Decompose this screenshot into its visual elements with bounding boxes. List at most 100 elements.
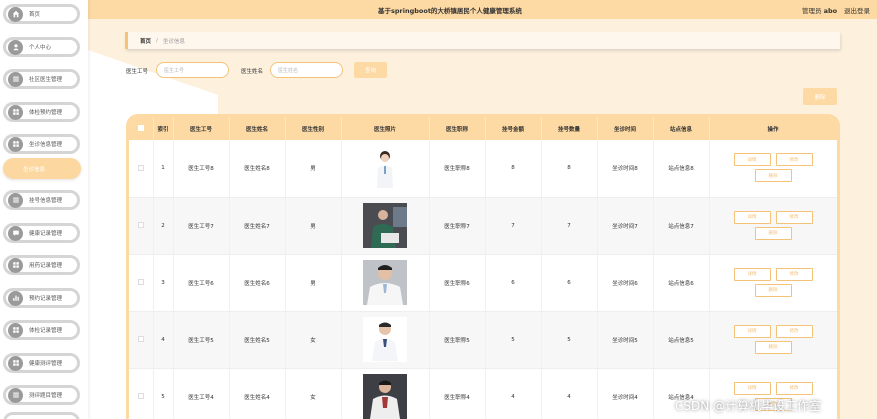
cell-fee: 5 <box>485 311 542 369</box>
cell-fee: 7 <box>485 197 542 255</box>
cell-title: 医生职称8 <box>429 140 486 198</box>
sidebar-item-personal-center[interactable]: 个人中心 <box>3 37 80 57</box>
logout-link[interactable]: 退出登录 <box>844 5 870 15</box>
cell-actions: 详情 修改 删除 <box>709 140 837 198</box>
sidebar-item-clinic-info-admin[interactable]: 坐诊信息管理 <box>3 134 80 154</box>
cell-gender: 男 <box>285 197 342 255</box>
sidebar-item-label: 社区医生管理 <box>29 77 63 83</box>
cell-gender: 男 <box>285 140 342 198</box>
home-icon <box>8 6 23 22</box>
doctor-photo <box>363 260 407 305</box>
row-checkbox[interactable] <box>129 197 154 255</box>
app-window: 首页 个人中心 社区医生管理 体检预约管理 坐诊信息管理 坐诊信息 挂号信息管理… <box>0 0 877 419</box>
sidebar-item-community-doctors[interactable]: 社区医生管理 <box>3 69 80 89</box>
cell-index: 1 <box>153 140 174 198</box>
cell-doctor-id: 医生工号7 <box>173 197 230 255</box>
doctor-id-label: 医生工号 <box>126 69 149 75</box>
cell-count: 8 <box>541 140 598 198</box>
cell-count: 4 <box>541 368 598 419</box>
sidebar-item-label: 用药记录管理 <box>29 263 63 269</box>
grid-icon <box>8 322 23 338</box>
cell-photo <box>341 311 430 369</box>
breadcrumb-home[interactable]: 首页 <box>140 37 151 45</box>
breadcrumb: 首页 / 坐诊信息 <box>125 32 840 49</box>
doctor-name-input[interactable]: 医生姓名 <box>270 62 343 78</box>
sidebar-item-more[interactable] <box>3 412 80 419</box>
sidebar-item-medication-records[interactable]: 用药记录管理 <box>3 255 80 275</box>
cell-count: 5 <box>541 311 598 369</box>
search-button[interactable]: 查询 <box>354 62 387 78</box>
sidebar-item-label: 个人中心 <box>29 45 52 51</box>
sidebar-item-booking-records[interactable]: 预约记录管理 <box>3 288 80 308</box>
detail-button[interactable]: 详情 <box>733 267 771 281</box>
table-row: 4 医生工号5 医生姓名5 女 医生职称5 5 5 坐诊时间5 站点信息5 详情… <box>129 311 837 369</box>
sidebar-item-checkup-records[interactable]: 体检记录管理 <box>3 320 80 340</box>
column-header: 索引 <box>153 117 174 140</box>
cell-actions: 详情 修改 删除 <box>709 311 837 369</box>
list-icon <box>8 71 23 87</box>
column-header: 医生工号 <box>173 117 230 140</box>
cell-site: 站点信息7 <box>653 197 710 255</box>
sidebar-item-label: 健康记录管理 <box>29 231 63 237</box>
detail-button[interactable]: 详情 <box>733 324 771 338</box>
detail-button[interactable]: 详情 <box>733 381 771 395</box>
delete-button[interactable]: 删除 <box>754 340 792 354</box>
row-checkbox[interactable] <box>129 254 154 312</box>
sidebar-item-clinic-info[interactable]: 坐诊信息 <box>3 158 81 179</box>
row-checkbox[interactable] <box>129 140 154 198</box>
column-header: 挂号数量 <box>541 117 598 140</box>
cell-site: 站点信息5 <box>653 311 710 369</box>
cell-title: 医生职称5 <box>429 311 486 369</box>
sidebar-item-health-records[interactable]: 健康记录管理 <box>3 223 80 243</box>
cell-site: 站点信息8 <box>653 140 710 198</box>
sidebar-item-label: 首页 <box>29 12 41 18</box>
edit-button[interactable]: 修改 <box>775 153 813 166</box>
delete-button[interactable]: 删除 <box>754 283 792 297</box>
row-checkbox[interactable] <box>129 311 154 369</box>
doctor-photo <box>363 203 407 248</box>
sidebar-item-label: 健康测评管理 <box>29 361 63 367</box>
cell-doctor-name: 医生姓名4 <box>229 368 286 419</box>
doctor-id-input[interactable]: 医生工号 <box>156 62 229 78</box>
bulk-delete-button[interactable]: 删除 <box>803 88 837 105</box>
sidebar-item-assessment-questions[interactable]: 测评题目管理 <box>3 385 80 405</box>
cell-photo <box>341 368 430 419</box>
edit-button[interactable]: 修改 <box>775 324 813 338</box>
csdn-watermark: CSDN @计算机毕设工作室 <box>675 399 822 413</box>
breadcrumb-current: 坐诊信息 <box>162 38 185 45</box>
sidebar-item-health-assessment[interactable]: 健康测评管理 <box>3 353 80 373</box>
edit-button[interactable]: 修改 <box>775 267 813 281</box>
sidebar-item-label: 挂号信息管理 <box>29 198 63 204</box>
cell-index: 3 <box>153 254 174 312</box>
delete-button[interactable]: 删除 <box>754 226 792 240</box>
select-all-checkbox[interactable] <box>129 117 154 140</box>
breadcrumb-separator: / <box>156 37 158 44</box>
column-header: 医生照片 <box>341 117 430 140</box>
column-header: 医生性别 <box>285 117 342 140</box>
column-header: 操作 <box>709 117 837 140</box>
doctor-photo <box>363 374 407 419</box>
sidebar-item-home[interactable]: 首页 <box>3 4 80 24</box>
grid-icon <box>8 257 23 273</box>
edit-button[interactable]: 修改 <box>775 210 813 224</box>
delete-button[interactable]: 删除 <box>754 169 792 182</box>
cell-doctor-name: 医生姓名7 <box>229 197 286 255</box>
cell-gender: 男 <box>285 254 342 312</box>
sidebar-item-label: 测评题目管理 <box>29 393 63 399</box>
sidebar-item-registration-admin[interactable]: 挂号信息管理 <box>3 190 80 210</box>
cell-photo <box>341 197 430 255</box>
doctor-name-label: 医生姓名 <box>241 69 264 75</box>
list-icon <box>8 387 23 403</box>
cell-fee: 8 <box>485 140 542 198</box>
sidebar-item-label: 坐诊信息管理 <box>29 142 63 148</box>
detail-button[interactable]: 详情 <box>733 210 771 224</box>
grid-icon <box>8 136 23 152</box>
sidebar-item-checkup-booking[interactable]: 体检预约管理 <box>3 102 80 122</box>
chat-icon <box>8 225 23 241</box>
doctor-photo <box>363 317 407 362</box>
detail-button[interactable]: 详情 <box>733 153 771 166</box>
cell-time: 坐诊时间8 <box>597 140 654 198</box>
edit-button[interactable]: 修改 <box>775 381 813 395</box>
sidebar-item-label: 体检记录管理 <box>29 328 63 334</box>
row-checkbox[interactable] <box>129 368 154 419</box>
